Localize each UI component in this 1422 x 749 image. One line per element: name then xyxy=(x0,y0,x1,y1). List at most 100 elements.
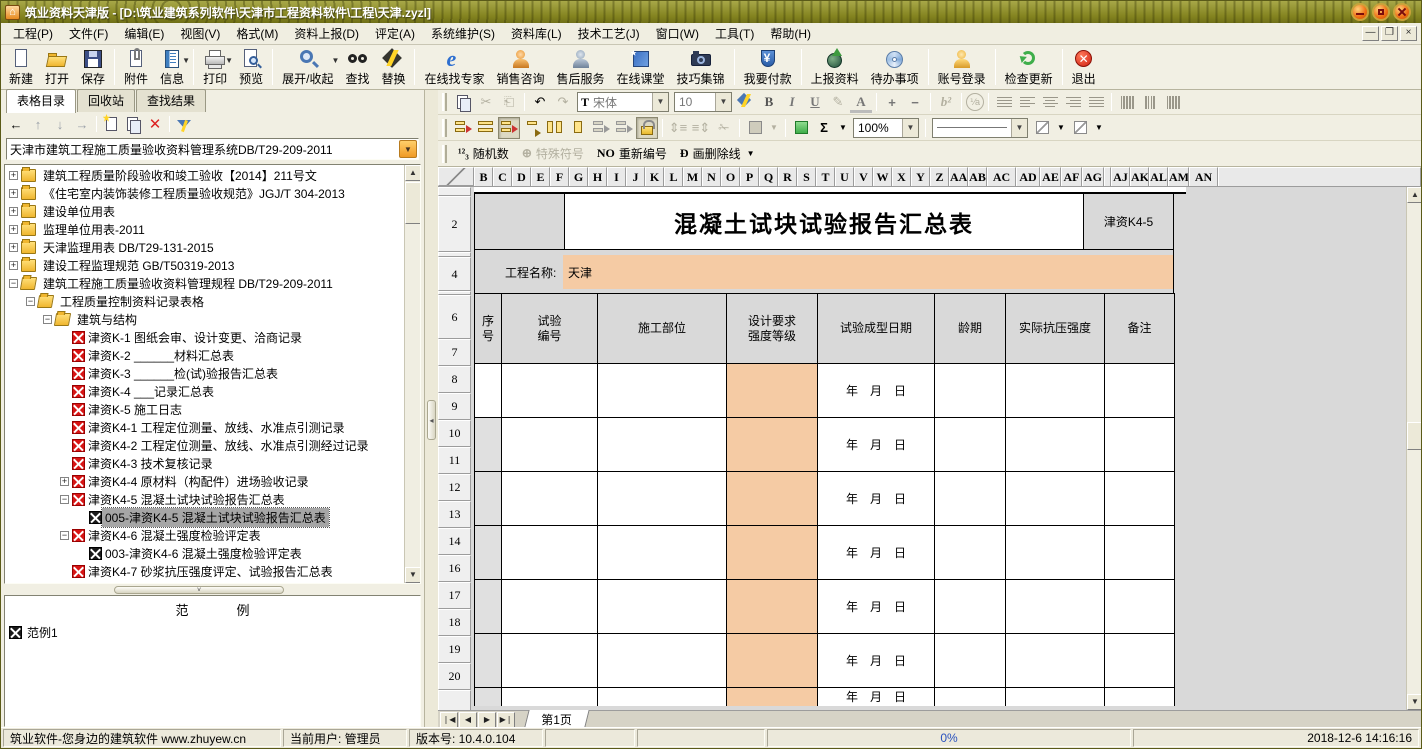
toolbar-button-expert[interactable]: e在线找专家 xyxy=(418,46,490,88)
menu-item-帮助(H)[interactable]: 帮助(H) xyxy=(762,23,819,44)
border-style-dropdown[interactable]: ▼ xyxy=(1092,117,1106,139)
vertical-text-left-icon[interactable] xyxy=(1116,91,1138,113)
data-cell[interactable] xyxy=(935,580,1006,634)
expand-plus-icon[interactable]: + xyxy=(9,171,18,180)
data-cell[interactable] xyxy=(475,634,502,688)
insert-row-icon[interactable] xyxy=(452,117,474,139)
data-cell[interactable] xyxy=(1006,526,1105,580)
row-header-20[interactable]: 20 xyxy=(438,663,471,690)
row-header-9[interactable]: 9 xyxy=(438,393,471,420)
nav-back-icon[interactable]: ← xyxy=(6,114,26,134)
toolbar-grip[interactable] xyxy=(442,145,447,163)
mdi-close-button[interactable]: × xyxy=(1400,26,1417,41)
column-header-X[interactable]: X xyxy=(892,167,911,187)
row-header-hidden[interactable] xyxy=(438,187,471,196)
data-cell[interactable] xyxy=(1006,580,1105,634)
toolbar-button-attach[interactable]: 附件 xyxy=(118,46,154,88)
column-header-AD[interactable]: AD xyxy=(1016,167,1040,187)
column-header-H[interactable]: H xyxy=(588,167,607,187)
data-cell[interactable] xyxy=(502,472,598,526)
data-cell[interactable] xyxy=(727,526,818,580)
prev-page-icon[interactable]: ◀ xyxy=(459,712,477,728)
lock-cell-icon[interactable] xyxy=(636,117,658,139)
first-page-icon[interactable]: ❘◀ xyxy=(440,712,458,728)
column-header-O[interactable]: O xyxy=(721,167,740,187)
row-header-18[interactable]: 18 xyxy=(438,609,471,636)
random-number-button[interactable]: ¹²₃ 随机数 xyxy=(452,143,515,165)
expand-plus-icon[interactable]: + xyxy=(60,477,69,486)
data-cell[interactable] xyxy=(598,526,727,580)
row-header-11[interactable]: 11 xyxy=(438,447,471,474)
zoom-dropdown[interactable]: ▼ xyxy=(902,119,918,137)
dropdown-arrow-icon[interactable]: ▼ xyxy=(332,56,340,65)
data-cell[interactable] xyxy=(1006,688,1105,706)
tab-表格目录[interactable]: 表格目录 xyxy=(6,89,76,113)
tree-item[interactable]: 003-津资K4-6 混凝土强度检验评定表 xyxy=(5,544,404,562)
data-cell[interactable] xyxy=(475,580,502,634)
header-cell-2[interactable]: 施工部位 xyxy=(598,294,727,364)
column-header-V[interactable]: V xyxy=(854,167,873,187)
tree-item[interactable]: 津资K-2 ______材料汇总表 xyxy=(5,346,404,364)
collapse-minus-icon[interactable]: − xyxy=(60,531,69,540)
column-header-I[interactable]: I xyxy=(607,167,626,187)
line-style-dropdown[interactable]: ▼ xyxy=(1011,119,1027,137)
underline-icon[interactable]: U xyxy=(804,91,826,113)
tree-item[interactable]: 津资K-5 施工日志 xyxy=(5,400,404,418)
tree-item[interactable]: +建筑工程质量阶段验收和竣工验收【2014】211号文 xyxy=(5,166,404,184)
copy-form-icon[interactable] xyxy=(123,114,143,134)
special-symbol-button[interactable]: ⊕ 特殊符号 xyxy=(516,143,590,165)
data-cell[interactable] xyxy=(475,364,502,418)
row-header-2[interactable]: 2 xyxy=(438,196,471,252)
sheet-scroll-thumb[interactable] xyxy=(1407,422,1421,450)
data-cell[interactable] xyxy=(1105,580,1175,634)
toolbar-button-upload[interactable]: 上报资料 xyxy=(805,46,865,88)
sum-icon[interactable]: Σ xyxy=(813,117,835,139)
column-header-AN[interactable]: AN xyxy=(1189,167,1218,187)
unlink-icon[interactable]: ✁ xyxy=(713,117,735,139)
toolbar-button-replace[interactable]: 替换 xyxy=(375,46,411,88)
sheet-scrollbar[interactable]: ▲ ▼ xyxy=(1406,187,1421,710)
cut-icon[interactable]: ✂ xyxy=(475,91,497,113)
tree-item[interactable]: −建筑与结构 xyxy=(5,310,404,328)
vertical-splitter[interactable]: ◂ xyxy=(425,90,438,729)
align-distribute-icon[interactable] xyxy=(1085,91,1107,113)
row-header-hidden[interactable] xyxy=(438,690,471,710)
data-cell[interactable] xyxy=(935,472,1006,526)
border-color-dropdown[interactable]: ▼ xyxy=(1054,117,1068,139)
panel-collapse-handle[interactable]: ◂ xyxy=(427,400,436,440)
toolbar-button-service[interactable]: 售后服务 xyxy=(551,46,611,88)
border-color-icon[interactable] xyxy=(1031,117,1053,139)
data-cell[interactable]: 年 月 日 xyxy=(818,688,935,706)
column-header-P[interactable]: P xyxy=(740,167,759,187)
row-header-7[interactable]: 7 xyxy=(438,339,471,366)
toolbar-button-open[interactable]: 打开 xyxy=(39,46,75,88)
tab-查找结果[interactable]: 查找结果 xyxy=(136,89,206,112)
align-right-icon[interactable] xyxy=(1062,91,1084,113)
expand-plus-icon[interactable]: + xyxy=(9,261,18,270)
tree-scroll-thumb[interactable] xyxy=(405,182,421,224)
superscript-icon[interactable]: b² xyxy=(935,91,957,113)
data-cell[interactable] xyxy=(935,634,1006,688)
tree-item[interactable]: +监理单位用表-2011 xyxy=(5,220,404,238)
increase-size-icon[interactable]: + xyxy=(881,91,903,113)
nav-up-icon[interactable]: ↑ xyxy=(28,114,48,134)
align-left-icon[interactable] xyxy=(1016,91,1038,113)
expand-plus-icon[interactable]: + xyxy=(9,225,18,234)
column-header-Q[interactable]: Q xyxy=(759,167,778,187)
row-header-10[interactable]: 10 xyxy=(438,420,471,447)
tree-item[interactable]: −工程质量控制资料记录表格 xyxy=(5,292,404,310)
column-header-AG[interactable]: AG xyxy=(1082,167,1104,187)
collapse-minus-icon[interactable]: − xyxy=(43,315,52,324)
data-cell[interactable] xyxy=(1006,364,1105,418)
splitter-collapse-handle[interactable]: ˅ xyxy=(114,586,284,594)
data-cell[interactable] xyxy=(1006,634,1105,688)
tab-回收站[interactable]: 回收站 xyxy=(77,89,135,112)
sheet-corner-cell[interactable] xyxy=(438,167,474,186)
data-cell[interactable] xyxy=(935,418,1006,472)
catalog-combo[interactable]: 天津市建筑工程施工质量验收资料管理系统DB/T29-209-2011 ▼ xyxy=(6,138,419,160)
tree-scroll-down-icon[interactable]: ▼ xyxy=(405,567,421,583)
data-cell[interactable] xyxy=(598,472,727,526)
data-cell[interactable] xyxy=(935,688,1006,706)
font-size-combo[interactable]: 10 ▼ xyxy=(674,92,732,112)
data-cell[interactable] xyxy=(502,364,598,418)
